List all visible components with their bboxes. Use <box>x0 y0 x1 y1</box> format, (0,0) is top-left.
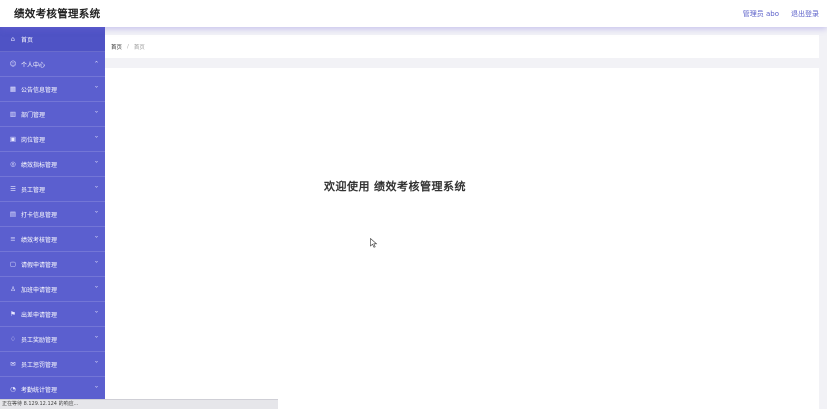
sidebar-item-label: 部门管理 <box>21 111 46 119</box>
sidebar-item-label: 绩效指标管理 <box>21 161 58 169</box>
sidebar-item-label: 打卡信息管理 <box>21 211 58 219</box>
chevron-down-icon[interactable]: ˅ <box>94 311 98 318</box>
person-icon: ♙ <box>10 285 16 293</box>
sidebar-item[interactable]: ✉ 员工惩罚管理 ˅ <box>0 352 105 377</box>
sidebar-item[interactable]: ▤ 打卡信息管理 ˅ <box>0 202 105 227</box>
browser-status-bar: 正在等待 8.129.12.124 的响应... <box>0 399 278 409</box>
app-title: 绩效考核管理系统 <box>14 8 101 20</box>
briefcase-icon: ▣ <box>9 135 17 143</box>
chevron-up-icon[interactable]: ˄ <box>94 61 98 68</box>
chevron-down-icon[interactable]: ˅ <box>94 136 98 143</box>
sidebar-item[interactable]: ▣ 岗位管理 ˅ <box>0 127 105 152</box>
chevron-down-icon[interactable]: ˅ <box>94 86 98 93</box>
breadcrumb-separator: / <box>127 43 129 50</box>
sidebar-item[interactable]: ≡ 绩效考核管理 ˅ <box>0 227 105 252</box>
sidebar-item[interactable]: ▦ 公告信息管理 ˅ <box>0 77 105 102</box>
sidebar-item-label: 请假申请管理 <box>21 261 58 269</box>
chevron-down-icon[interactable]: ˅ <box>94 361 98 368</box>
mail-icon: ✉ <box>10 360 16 368</box>
user-icon: ☺ <box>9 60 17 68</box>
mouse-cursor-icon <box>370 238 378 248</box>
main-area: 首页 / 首页 欢迎使用 绩效考核管理系统 <box>105 27 827 409</box>
sidebar-item[interactable]: ⚑ 出差申请管理 ˅ <box>0 302 105 327</box>
sidebar-item[interactable]: ☺ 个人中心 ˄ <box>0 52 105 77</box>
sidebar-item[interactable]: ☰ 员工管理 ˅ <box>0 177 105 202</box>
sidebar-item-label: 绩效考核管理 <box>21 236 58 244</box>
chevron-down-icon[interactable]: ˅ <box>94 336 98 343</box>
top-bar: 绩效考核管理系统 管理员 abo 退出登录 <box>0 0 827 27</box>
welcome-prefix: 欢迎使用 <box>324 180 370 193</box>
list-icon: ☰ <box>10 185 16 193</box>
chevron-down-icon[interactable]: ˅ <box>94 111 98 118</box>
document-icon: ▢ <box>9 260 17 268</box>
chevron-down-icon[interactable]: ˅ <box>94 236 98 243</box>
sidebar-item-label: 员工管理 <box>21 186 46 194</box>
chevron-down-icon[interactable]: ˅ <box>94 211 98 218</box>
sidebar-item[interactable]: ♢ 员工奖励管理 ˅ <box>0 327 105 352</box>
top-right-actions: 管理员 abo 退出登录 <box>743 9 819 19</box>
sidebar-item[interactable]: ▢ 请假申请管理 ˅ <box>0 252 105 277</box>
sidebar-item-label: 员工惩罚管理 <box>21 361 58 369</box>
sidebar-item[interactable]: ▥ 部门管理 ˅ <box>0 102 105 127</box>
breadcrumb-home[interactable]: 首页 <box>111 43 122 51</box>
chart-icon: ◔ <box>10 385 16 393</box>
sidebar-item-label: 出差申请管理 <box>21 311 58 319</box>
sidebar-item-label: 岗位管理 <box>21 136 46 144</box>
chevron-down-icon[interactable]: ˅ <box>94 186 98 193</box>
target-icon: ◎ <box>10 160 16 168</box>
menu-icon: ≡ <box>10 235 16 243</box>
welcome-message: 欢迎使用 绩效考核管理系统 <box>105 178 685 194</box>
breadcrumb: 首页 / 首页 <box>105 35 819 58</box>
sidebar-item[interactable]: ◎ 绩效指标管理 ˅ <box>0 152 105 177</box>
award-icon: ♢ <box>10 335 16 343</box>
chevron-down-icon[interactable]: ˅ <box>94 386 98 393</box>
sidebar-item-label: 员工奖励管理 <box>21 336 58 344</box>
flag-icon: ⚑ <box>10 310 16 318</box>
sidebar-item[interactable]: ♙ 加班申请管理 ˅ <box>0 277 105 302</box>
content-card: 欢迎使用 绩效考核管理系统 <box>105 68 819 409</box>
logout-link[interactable]: 退出登录 <box>791 9 819 19</box>
sidebar-item-label: 考勤统计管理 <box>21 386 58 394</box>
sidebar-item[interactable]: ⌂ 首页 <box>0 27 105 52</box>
building-icon: ▥ <box>9 110 17 118</box>
sidebar-item-label: 个人中心 <box>21 61 46 69</box>
sidebar: ⌂ 首页 ☺ 个人中心 ˄ ▦ 公告信息管理 ˅ ▥ 部门管理 ˅ ▣ 岗位管理 ˅ ◎ 绩效指标管理 ˅ ☰ 员工… <box>0 27 105 409</box>
chevron-down-icon[interactable]: ˅ <box>94 286 98 293</box>
breadcrumb-current: 首页 <box>133 44 145 51</box>
chevron-down-icon[interactable]: ˅ <box>94 261 98 268</box>
welcome-app-name: 绩效考核管理系统 <box>374 180 466 193</box>
home-icon: ⌂ <box>10 35 16 43</box>
sidebar-item-label: 公告信息管理 <box>21 86 58 94</box>
card-icon: ▤ <box>9 210 17 218</box>
grid-icon: ▦ <box>9 85 17 93</box>
sidebar-item-label: 首页 <box>21 36 34 44</box>
user-label[interactable]: 管理员 abo <box>743 9 779 19</box>
sidebar-item-label: 加班申请管理 <box>21 286 58 294</box>
chevron-down-icon[interactable]: ˅ <box>94 161 98 168</box>
